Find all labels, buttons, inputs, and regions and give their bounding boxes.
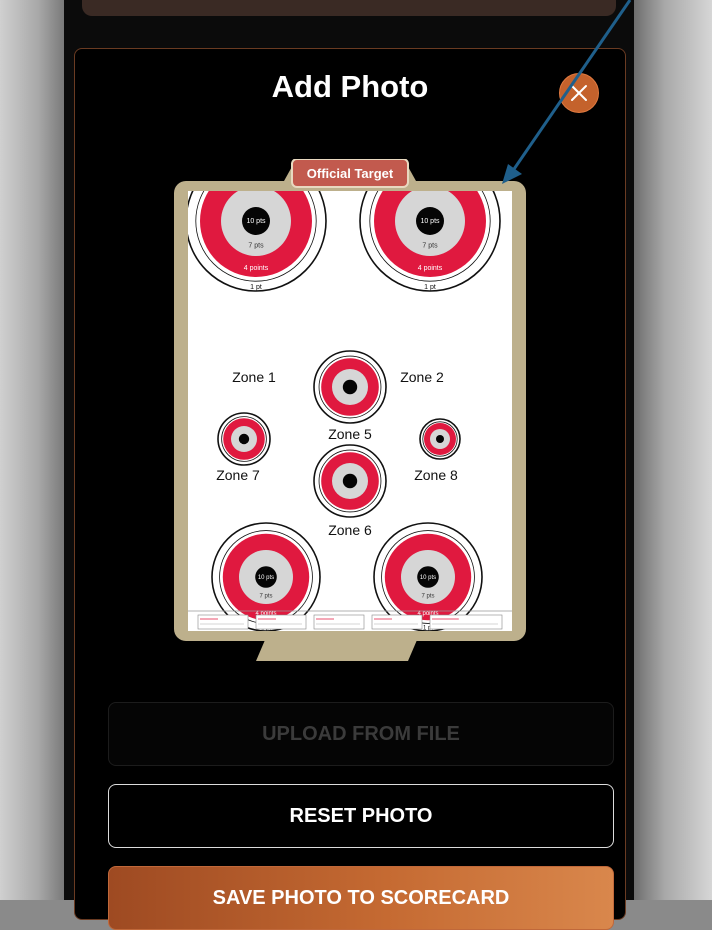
scorecard-box — [313, 614, 365, 630]
ring-label-red: 4 points — [244, 265, 269, 272]
close-icon — [571, 85, 587, 101]
zone-label: Zone 8 — [414, 467, 458, 483]
ring-label-center: 10 pts — [246, 218, 266, 225]
zone-label: Zone 6 — [328, 522, 372, 538]
badge-label: Official Target — [307, 166, 394, 181]
target-board: 10 pts 7 pts 4 points 1 pt Zone 1 10 pts 7 pts… — [174, 158, 526, 661]
target-zone-7 — [217, 412, 271, 466]
ring-label-outer: 1 pt — [424, 284, 436, 291]
target-zone-8 — [419, 418, 461, 460]
zone-label: Zone 2 — [400, 369, 444, 385]
target-zone-6 — [313, 444, 387, 518]
ring-label-center: 10 pts — [420, 218, 440, 225]
ring-label-outer: 1 pt — [250, 284, 262, 291]
modal-title: Add Photo — [271, 69, 429, 104]
scorecard-box — [429, 614, 503, 630]
scorecard-box — [371, 614, 423, 630]
page-backdrop-left — [0, 0, 64, 900]
zone-label: Zone 7 — [216, 467, 260, 483]
close-button[interactable] — [559, 73, 599, 113]
ring-label-center: 10 pts — [420, 575, 436, 581]
page-backdrop-right — [634, 0, 712, 900]
scorecard-box — [255, 614, 307, 630]
ring-label-red: 4 points — [418, 265, 443, 272]
scorecard-box — [197, 614, 249, 630]
ring-label-center: 10 pts — [258, 575, 274, 581]
ring-label-middle: 7 pts — [259, 594, 272, 600]
background-card-edge — [82, 0, 616, 16]
zone-label: Zone 1 — [232, 369, 276, 385]
upload-from-file-button[interactable]: UPLOAD FROM FILE — [108, 702, 614, 766]
save-photo-to-scorecard-button[interactable]: SAVE PHOTO TO SCORECARD — [108, 866, 614, 930]
ring-label-middle: 7 pts — [248, 243, 264, 250]
ring-label-middle: 7 pts — [421, 594, 434, 600]
phone-screen: Add Photo 10 pts 7 pts 4 points 1 pt Zone 11… — [64, 0, 634, 930]
reset-photo-button[interactable]: RESET PHOTO — [108, 784, 614, 848]
add-photo-modal: Add Photo 10 pts 7 pts 4 points 1 pt Zone 11… — [74, 48, 626, 930]
ring-label-middle: 7 pts — [422, 243, 438, 250]
target-zone-5 — [313, 350, 387, 424]
zone-label: Zone 5 — [328, 426, 372, 442]
target-photo-preview[interactable]: 10 pts 7 pts 4 points 1 pt Zone 1 10 pts 7 pts… — [174, 158, 526, 669]
